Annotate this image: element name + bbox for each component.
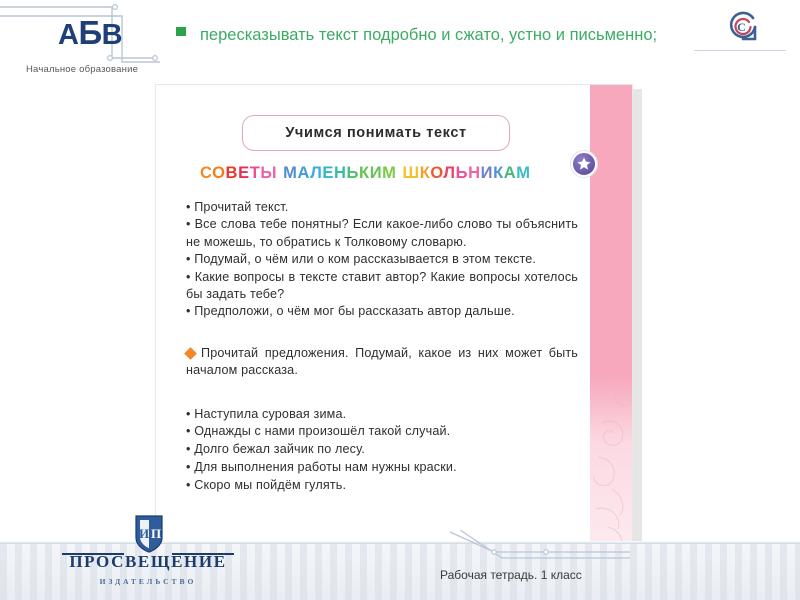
rainbow-letter: Л — [443, 164, 456, 182]
floral-ornament-icon — [590, 377, 632, 547]
sentence-item: • Скоро мы пойдём гулять. — [186, 477, 347, 492]
brand-letter-a: А — [58, 19, 79, 51]
rainbow-letter: Ь — [346, 164, 360, 182]
brand-logo-abv: АБВ — [58, 14, 123, 52]
header-bullet-text: пересказывать текст подробно и сжато, ус… — [200, 26, 658, 44]
rainbow-letter: В — [225, 164, 239, 182]
rainbow-letter: М — [283, 164, 298, 182]
svg-text:П: П — [151, 526, 161, 541]
rainbow-letter: Ь — [455, 164, 469, 182]
rainbow-letter: Н — [334, 164, 347, 182]
textbook-page: Учимся понимать текст СОВЕТЫ МАЛЕНЬКИМ ШКО… — [155, 84, 633, 548]
brand-letter-b: Б — [78, 14, 102, 51]
rainbow-letter: А — [503, 164, 517, 182]
task-text: Прочитай предложения. Подумай, какое из … — [186, 345, 578, 378]
sentence-item: • Для выполнения работы нам нужны краски… — [186, 460, 457, 475]
rainbow-letter: С — [200, 164, 213, 182]
rainbow-heading: СОВЕТЫ МАЛЕНЬКИМ ШКОЛЬНИКАМ — [200, 164, 572, 183]
sentence-item: • Наступила суровая зима. — [186, 406, 347, 421]
sentence-list: • Наступила суровая зима. • Однажды с нам… — [186, 406, 578, 495]
rainbow-letter: М — [382, 164, 397, 182]
rainbow-letter: И — [369, 164, 383, 182]
orange-diamond-icon — [184, 346, 197, 360]
rainbow-letter: Ы — [260, 164, 278, 182]
rainbow-letter: И — [480, 164, 494, 182]
corner-rule — [694, 50, 786, 51]
square-bullet-icon — [176, 27, 186, 36]
tip-item: • Какие вопросы в тексте ставит автор? К… — [186, 269, 578, 302]
rainbow-letter: Л — [310, 164, 323, 182]
rainbow-letter: Ш — [402, 164, 420, 182]
brand-subtitle: Начальное образование — [26, 64, 139, 75]
rainbow-letter: А — [297, 164, 311, 182]
rainbow-letter: О — [212, 164, 226, 182]
rainbow-letter: Е — [238, 164, 250, 182]
rainbow-letter: К — [359, 164, 370, 182]
rainbow-letter: Н — [468, 164, 481, 182]
brand-letter-v: В — [101, 19, 123, 51]
rainbow-letter: Т — [249, 164, 261, 182]
footer-caption: Рабочая тетрадь. 1 класс — [440, 568, 582, 582]
tip-item: • Подумай, о чём или о ком рассказываетс… — [186, 252, 537, 267]
tip-item: • Прочитай текст. — [186, 200, 289, 214]
spiral-circle-icon: C — [722, 6, 764, 48]
publisher-subtitle: ИЗДАТЕЛЬСТВО — [99, 577, 197, 586]
sentence-item: • Долго бежал зайчик по лесу. — [186, 442, 365, 457]
task-block: Прочитай предложения. Подумай, какое из … — [184, 345, 578, 380]
svg-text:C: C — [737, 20, 746, 34]
sentence-item: • Однажды с нами произошёл такой случай. — [186, 424, 451, 439]
page-title-box: Учимся понимать текст — [242, 115, 510, 151]
tips-list: • Прочитай текст. • Все слова тебе понятн… — [186, 199, 578, 321]
star-badge-icon — [571, 151, 597, 177]
rainbow-letter: К — [419, 164, 431, 182]
rainbow-letter: М — [516, 164, 531, 182]
tip-item: • Предположи, о чём мог бы рассказать ав… — [186, 304, 515, 319]
rainbow-letter: О — [430, 164, 444, 182]
publisher-name: ПРОСВЕЩЕНИЕ — [69, 552, 227, 571]
tip-item: • Все слова тебе понятны? Если какое-либ… — [186, 217, 578, 249]
slide-canvas: АБВ Начальное образование C пересказыват… — [0, 0, 800, 600]
page-content: Учимся понимать текст СОВЕТЫ МАЛЕНЬКИМ ШКО… — [156, 85, 592, 547]
rainbow-letter: К — [493, 164, 504, 182]
svg-text:И: И — [139, 526, 149, 541]
swoosh-lines-icon — [449, 529, 630, 570]
rainbow-letter: Е — [322, 164, 335, 182]
